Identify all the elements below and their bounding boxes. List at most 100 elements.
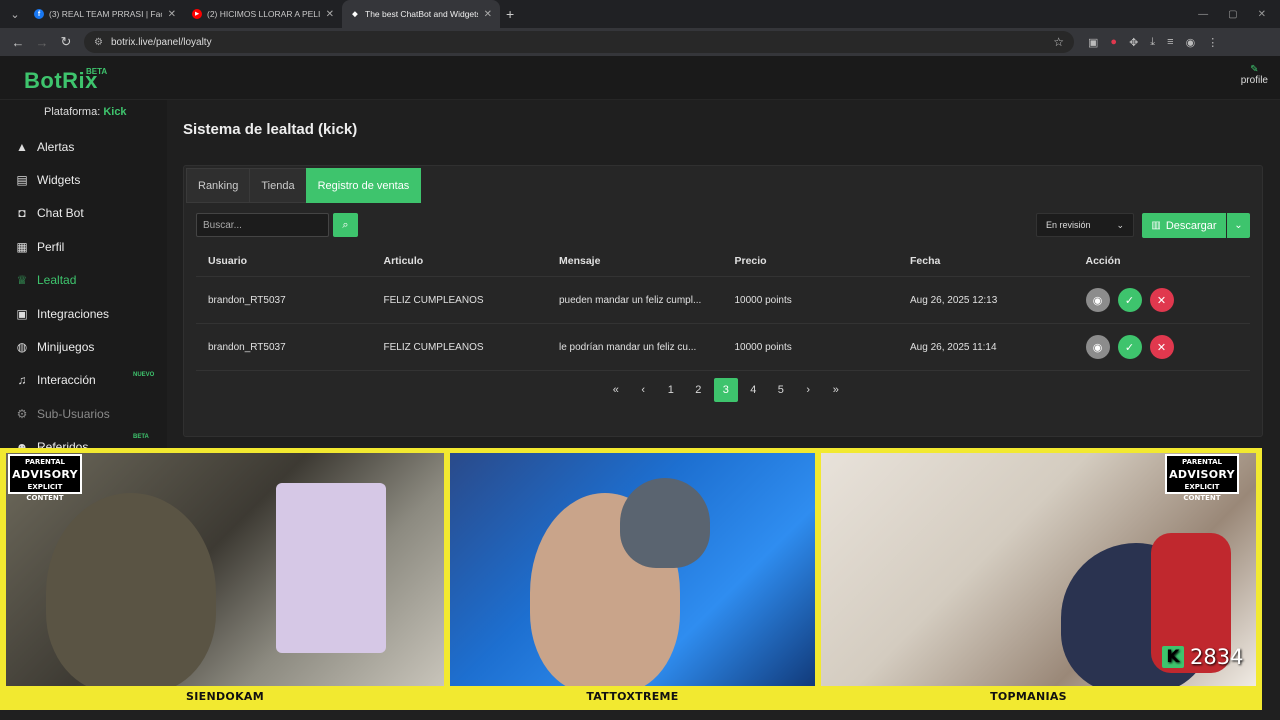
- minimize-icon[interactable]: —: [1198, 9, 1208, 20]
- kick-viewer-counter: K 2834: [1162, 645, 1243, 669]
- kick-logo-icon: K: [1162, 646, 1184, 668]
- streamer-name: SIENDOKAM: [186, 690, 264, 703]
- view-button[interactable]: ◉: [1085, 335, 1110, 359]
- back-icon[interactable]: ←: [6, 35, 30, 50]
- bookmark-star-icon[interactable]: ☆: [1053, 35, 1064, 49]
- new-tab-button[interactable]: +: [506, 6, 514, 22]
- sidebar-item-chat-bot[interactable]: ◘ Chat Bot: [0, 197, 167, 230]
- file-excel-icon: ▥: [1151, 220, 1161, 231]
- botrix-icon: ◆: [352, 11, 358, 18]
- browser-tabstrip: ⌄ f (3) REAL TEAM PRRASI | Facebo ✕ ▶ (2…: [0, 0, 1280, 28]
- forward-icon[interactable]: →: [30, 35, 54, 50]
- url-text: botrix.live/panel/loyalty: [110, 36, 212, 48]
- sidebar-item-widgets[interactable]: ▤ Widgets: [0, 163, 167, 196]
- column-accion: Acción: [1085, 254, 1121, 267]
- download-options-button[interactable]: ⌄: [1227, 213, 1250, 238]
- chevron-down-icon: ⌄: [1234, 220, 1243, 231]
- tab-registro-ventas[interactable]: Registro de ventas: [305, 168, 422, 203]
- page-3[interactable]: 3: [714, 378, 738, 402]
- main-content: Sistema de lealtad (kick) Ranking Tienda…: [167, 100, 1280, 450]
- warning-icon: ▲: [16, 139, 28, 154]
- browser-tab-botrix[interactable]: ◆ The best ChatBot and Widgets ✕: [342, 0, 500, 28]
- extensions-area: ▣ ● ✥ ⤓ ≡ ◉ ⋮: [1088, 36, 1218, 49]
- sidebar-item-sub-usuarios[interactable]: ⚙ Sub-Usuarios: [0, 397, 167, 430]
- eye-icon: ◉: [1092, 294, 1103, 307]
- browser-tab-youtube[interactable]: ▶ (2) HICIMOS LLORAR A PELICAN ✕: [184, 0, 342, 28]
- puzzle-icon[interactable]: ✥: [1129, 36, 1138, 49]
- prev-page-button[interactable]: ‹: [632, 378, 656, 402]
- beta-badge: BETA: [86, 67, 108, 76]
- page-5[interactable]: 5: [769, 378, 793, 402]
- tab-ranking[interactable]: Ranking: [186, 168, 251, 203]
- table-row: brandon_RT5037 FELIZ CUMPLEAÑOS le podrí…: [196, 324, 1250, 371]
- account-icon[interactable]: ◉: [1186, 36, 1196, 49]
- sidebar: Plataforma: Kick ▲ Alertas ▤ Widgets ◘ Chat…: [0, 100, 167, 454]
- column-usuario: Usuario: [208, 254, 248, 267]
- approve-button[interactable]: ✓: [1117, 335, 1142, 359]
- extension-icon[interactable]: ●: [1110, 36, 1117, 49]
- close-window-icon[interactable]: ✕: [1258, 9, 1266, 20]
- status-filter-select[interactable]: En revisión ⌄: [1036, 213, 1134, 237]
- page-2[interactable]: 2: [687, 378, 711, 402]
- close-tab-icon[interactable]: ✕: [168, 9, 176, 20]
- media-icon[interactable]: ≡: [1167, 36, 1173, 49]
- close-tab-icon[interactable]: ✕: [484, 9, 492, 20]
- parental-advisory-logo: PARENTAL ADVISORY EXPLICIT CONTENT: [8, 454, 82, 502]
- youtube-icon: ▶: [192, 9, 202, 19]
- close-tab-icon[interactable]: ✕: [326, 9, 334, 20]
- beta-badge: BETA: [133, 433, 149, 440]
- widgets-icon: ▤: [16, 173, 28, 188]
- search-button[interactable]: ⌕: [333, 213, 358, 237]
- profile-card-icon: ▦: [16, 239, 28, 254]
- menu-icon[interactable]: ⋮: [1207, 36, 1218, 49]
- approve-button[interactable]: ✓: [1117, 288, 1142, 312]
- reject-button[interactable]: ✕: [1149, 335, 1174, 359]
- translate-icon[interactable]: ▣: [1088, 36, 1098, 49]
- download-button[interactable]: ▥ Descargar: [1142, 213, 1226, 238]
- new-badge: NUEVO: [133, 371, 155, 378]
- tab-tienda[interactable]: Tienda: [249, 168, 307, 203]
- maximize-icon[interactable]: ▢: [1228, 9, 1237, 20]
- pc-case: [276, 483, 386, 653]
- os-taskbar: [0, 710, 1280, 720]
- view-button[interactable]: ◉: [1085, 288, 1110, 312]
- page-4[interactable]: 4: [742, 378, 766, 402]
- download-icon[interactable]: ⤓: [1150, 36, 1155, 49]
- last-page-button[interactable]: »: [824, 378, 848, 402]
- facebook-icon: f: [34, 9, 44, 19]
- profile-label: profile: [1240, 75, 1268, 86]
- profile-link[interactable]: ✎ profile: [1241, 64, 1268, 86]
- next-page-button[interactable]: ›: [797, 378, 821, 402]
- browser-tab-facebook[interactable]: f (3) REAL TEAM PRRASI | Facebo ✕: [26, 0, 184, 28]
- reject-button[interactable]: ✕: [1149, 288, 1174, 312]
- sidebar-item-interaccion[interactable]: ♫ Interacción NUEVO: [0, 364, 167, 397]
- parental-advisory-logo: PARENTAL ADVISORY EXPLICIT CONTENT: [1165, 454, 1239, 502]
- reload-icon[interactable]: ↻: [54, 34, 78, 50]
- plush-mask: [620, 478, 710, 568]
- site-settings-icon[interactable]: ⚙: [94, 37, 103, 48]
- streamer-name: TOPMANIAS: [990, 690, 1067, 703]
- first-page-button[interactable]: «: [604, 378, 628, 402]
- tab-search-icon[interactable]: ⌄: [4, 3, 26, 25]
- sidebar-item-integraciones[interactable]: ▣ Integraciones: [0, 297, 167, 330]
- column-mensaje: Mensaje: [559, 254, 601, 267]
- window-controls: — ▢ ✕: [1198, 9, 1280, 20]
- close-icon: ✕: [1156, 294, 1167, 307]
- stream-overlay: PARENTAL ADVISORY EXPLICIT CONTENT PAREN…: [0, 448, 1262, 710]
- sidebar-item-minijuegos[interactable]: ◍ Minijuegos: [0, 330, 167, 363]
- sidebar-item-lealtad[interactable]: ♕ Lealtad: [0, 264, 167, 297]
- search-input[interactable]: [196, 213, 329, 237]
- check-icon: ✓: [1124, 341, 1135, 354]
- sidebar-item-perfil[interactable]: ▦ Perfil: [0, 230, 167, 263]
- loyalty-card: Ranking Tienda Registro de ventas ⌕ En r…: [183, 165, 1263, 437]
- page-1[interactable]: 1: [659, 378, 683, 402]
- table-row: brandon_RT5037 FELIZ CUMPLEAÑOS pueden m…: [196, 277, 1250, 324]
- chevron-down-icon: ⌄: [1116, 219, 1124, 230]
- sidebar-item-alertas[interactable]: ▲ Alertas: [0, 130, 167, 163]
- webcam-tattoxtreme: [450, 453, 815, 686]
- platform-value: Kick: [103, 106, 127, 118]
- sales-table: Usuario Articulo Mensaje Precio Fecha Ac…: [196, 245, 1250, 371]
- column-articulo: Articulo: [383, 254, 424, 267]
- url-field[interactable]: ⚙ botrix.live/panel/loyalty ☆: [84, 31, 1074, 53]
- eye-icon: ◉: [1092, 341, 1103, 354]
